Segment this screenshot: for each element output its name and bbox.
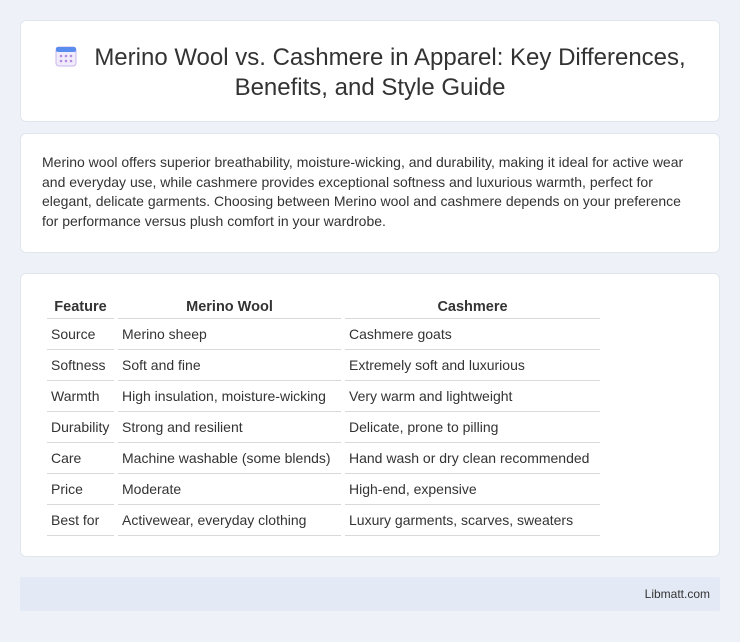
table-row: Warmth High insulation, moisture-wicking…: [47, 381, 600, 412]
cell-feature: Source: [47, 319, 114, 350]
cell-merino: High insulation, moisture-wicking: [118, 381, 341, 412]
cell-feature: Care: [47, 443, 114, 474]
title-card: Merino Wool vs. Cashmere in Apparel: Key…: [20, 20, 720, 122]
summary-card: Merino wool offers superior breathabilit…: [20, 133, 720, 253]
table-row: Durability Strong and resilient Delicate…: [47, 412, 600, 443]
cell-cashmere: Delicate, prone to pilling: [345, 412, 600, 443]
table-row: Care Machine washable (some blends) Hand…: [47, 443, 600, 474]
cell-merino: Moderate: [118, 474, 341, 505]
cell-merino: Merino sheep: [118, 319, 341, 350]
table-row: Best for Activewear, everyday clothing L…: [47, 505, 600, 536]
cell-merino: Strong and resilient: [118, 412, 341, 443]
table-row: Softness Soft and fine Extremely soft an…: [47, 350, 600, 381]
cell-feature: Softness: [47, 350, 114, 381]
cell-feature: Price: [47, 474, 114, 505]
title-wrap: Merino Wool vs. Cashmere in Apparel: Key…: [21, 43, 719, 103]
page-title: Merino Wool vs. Cashmere in Apparel: Key…: [94, 44, 686, 101]
cell-cashmere: Very warm and lightweight: [345, 381, 600, 412]
cell-feature: Best for: [47, 505, 114, 536]
cell-merino: Machine washable (some blends): [118, 443, 341, 474]
comparison-table: Feature Merino Wool Cashmere Source Meri…: [43, 295, 604, 536]
cell-cashmere: Luxury garments, scarves, sweaters: [345, 505, 600, 536]
header-merino-wool: Merino Wool: [118, 295, 341, 319]
cell-feature: Warmth: [47, 381, 114, 412]
comparison-card: Feature Merino Wool Cashmere Source Meri…: [20, 273, 720, 557]
header-feature: Feature: [47, 295, 114, 319]
calendar-icon: [55, 46, 77, 67]
cell-merino: Activewear, everyday clothing: [118, 505, 341, 536]
footer: Libmatt.com: [20, 577, 720, 611]
cell-cashmere: Cashmere goats: [345, 319, 600, 350]
cell-merino: Soft and fine: [118, 350, 341, 381]
cell-cashmere: Hand wash or dry clean recommended: [345, 443, 600, 474]
table-row: Price Moderate High-end, expensive: [47, 474, 600, 505]
header-cashmere: Cashmere: [345, 295, 600, 319]
cell-feature: Durability: [47, 412, 114, 443]
table-row: Source Merino sheep Cashmere goats: [47, 319, 600, 350]
cell-cashmere: Extremely soft and luxurious: [345, 350, 600, 381]
table-header-row: Feature Merino Wool Cashmere: [47, 295, 600, 319]
cell-cashmere: High-end, expensive: [345, 474, 600, 505]
summary-text: Merino wool offers superior breathabilit…: [42, 154, 684, 229]
footer-site-link[interactable]: Libmatt.com: [645, 587, 710, 601]
